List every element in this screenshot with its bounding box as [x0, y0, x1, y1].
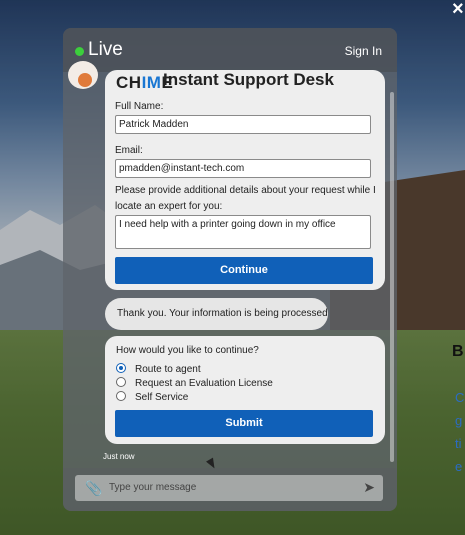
send-icon[interactable]: ➤: [363, 479, 375, 496]
submit-button[interactable]: Submit: [115, 410, 373, 437]
status-message: Thank you. Your information is being pro…: [105, 298, 328, 330]
partial-link[interactable]: e: [455, 459, 462, 474]
chat-scrollbar[interactable]: [390, 92, 394, 462]
email-label: Email:: [115, 145, 143, 156]
agent-avatar: [68, 61, 98, 89]
details-textarea[interactable]: I need help with a printer going down in…: [115, 215, 371, 249]
option-route-to-agent[interactable]: Route to agent: [116, 363, 201, 375]
close-icon[interactable]: ×: [452, 0, 464, 21]
partial-link[interactable]: C: [455, 390, 464, 405]
option-label: Self Service: [135, 392, 189, 403]
partial-link[interactable]: g: [455, 413, 462, 428]
live-label: Live: [88, 39, 123, 60]
radio-selected-icon[interactable]: [116, 363, 126, 374]
sign-in-link[interactable]: Sign In: [345, 44, 382, 58]
full-name-field[interactable]: Patrick Madden: [115, 115, 371, 134]
details-label: Please provide additional details about …: [115, 185, 376, 212]
choice-card: How would you like to continue? Route to…: [105, 336, 385, 444]
message-timestamp: Just now: [103, 452, 135, 461]
live-status-icon: [75, 47, 84, 56]
avatar-icon: [78, 73, 92, 87]
radio-icon[interactable]: [116, 391, 126, 402]
option-label: Request an Evaluation License: [135, 378, 273, 389]
message-placeholder: Type your message: [109, 482, 197, 493]
chat-panel: Live Sign In CHIME Instant Support Desk …: [63, 28, 397, 511]
email-field[interactable]: pmadden@instant-tech.com: [115, 159, 371, 178]
full-name-label: Full Name:: [115, 101, 164, 112]
partial-link[interactable]: ti: [455, 436, 462, 451]
option-evaluation-license[interactable]: Request an Evaluation License: [116, 377, 273, 389]
continue-button[interactable]: Continue: [115, 257, 373, 284]
option-self-service[interactable]: Self Service: [116, 391, 189, 403]
chat-composer: 📎 Type your message ➤: [63, 468, 397, 511]
chat-header: Live Sign In: [63, 28, 397, 72]
radio-icon[interactable]: [116, 377, 126, 388]
partial-heading: B: [452, 343, 464, 360]
paperclip-icon[interactable]: 📎: [85, 480, 102, 497]
choice-question: How would you like to continue?: [116, 345, 259, 356]
intake-form-card: CHIME Instant Support Desk Full Name: Pa…: [105, 70, 385, 290]
option-label: Route to agent: [135, 364, 201, 375]
message-input[interactable]: 📎 Type your message ➤: [75, 475, 383, 501]
form-title: Instant Support Desk: [163, 70, 334, 89]
